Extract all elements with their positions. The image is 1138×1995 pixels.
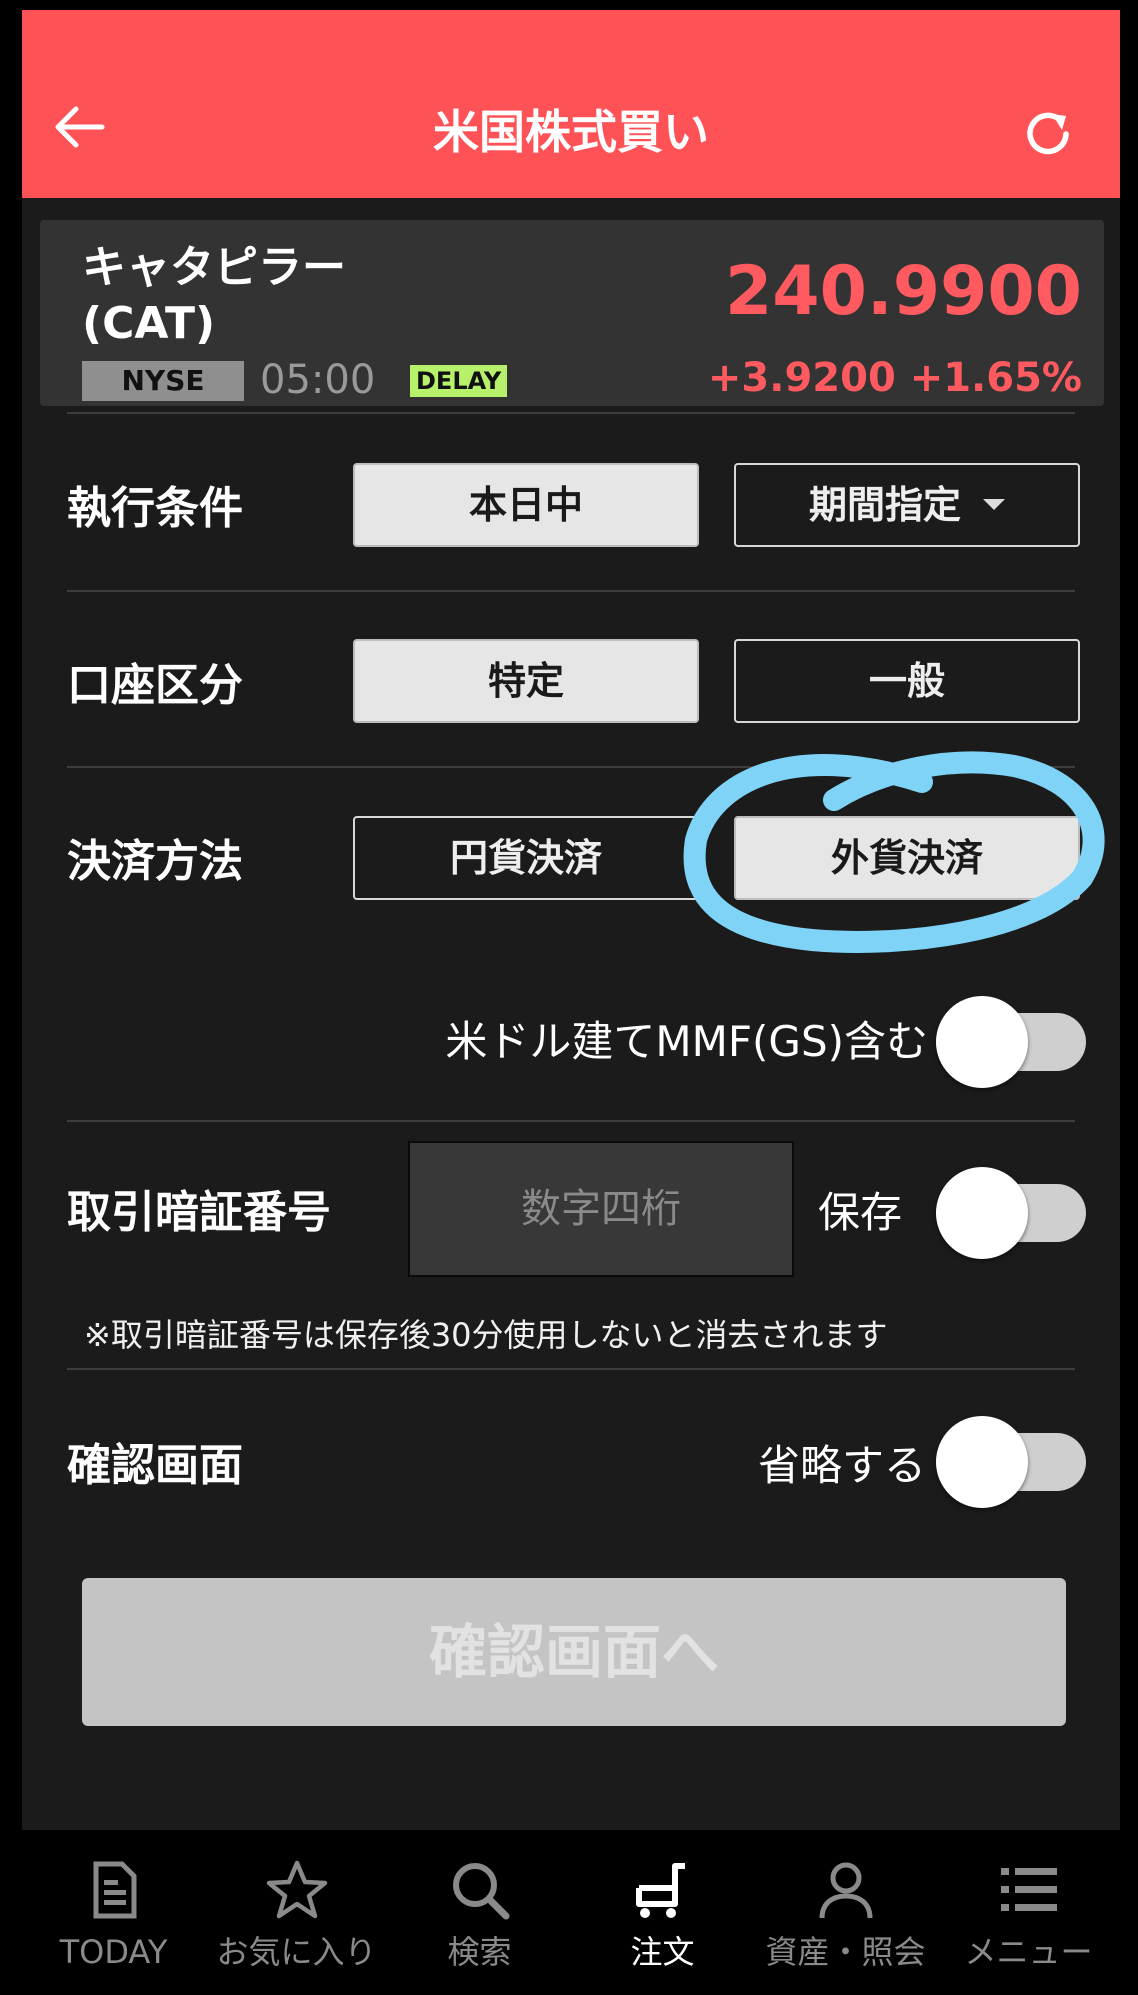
- account-option-general[interactable]: 一般: [734, 639, 1080, 723]
- confirm-screen-label: 確認画面: [67, 1440, 243, 1491]
- go-to-confirm-button[interactable]: 確認画面へ: [82, 1578, 1066, 1726]
- settlement-option-yen-label: 円貨決済: [449, 836, 602, 880]
- delay-badge: DELAY: [410, 365, 508, 397]
- person-icon: [819, 1862, 872, 1919]
- stock-change: +3.9200 +1.65%: [707, 355, 1082, 401]
- settlement-method-label: 決済方法: [67, 836, 243, 887]
- trade-pin-label: 取引暗証番号: [67, 1187, 331, 1238]
- divider: [67, 1120, 1075, 1122]
- divider: [67, 766, 1075, 768]
- mmf-include-label: 米ドル建てMMF(GS)含む: [445, 1017, 928, 1066]
- nav-search-label: 検索: [447, 1933, 512, 1971]
- nav-menu[interactable]: メニュー: [937, 1830, 1120, 1995]
- nav-assets[interactable]: 資産・照会: [754, 1830, 937, 1995]
- pin-note: ※取引暗証番号は保存後30分使用しないと消去されます: [84, 1316, 888, 1354]
- divider: [67, 1368, 1075, 1370]
- execution-condition-label: 執行条件: [67, 483, 243, 534]
- nav-assets-label: 資産・照会: [765, 1933, 926, 1971]
- toggle-knob: [936, 1167, 1028, 1259]
- nav-order[interactable]: 注文: [571, 1830, 754, 1995]
- divider: [67, 412, 1075, 414]
- nav-favorites[interactable]: お気に入り: [205, 1830, 388, 1995]
- dropdown-caret-icon: [983, 499, 1005, 510]
- nav-today-label: TODAY: [59, 1933, 168, 1971]
- execution-option-period-label: 期間指定: [808, 483, 961, 527]
- header-bar: 米国株式買い: [22, 10, 1120, 198]
- toggle-knob: [936, 996, 1028, 1088]
- search-icon: [452, 1863, 509, 1920]
- stock-price: 240.9900: [724, 252, 1082, 331]
- toggle-knob: [936, 1416, 1028, 1508]
- nav-favorites-label: お気に入り: [216, 1933, 377, 1971]
- pin-save-toggle[interactable]: [936, 1167, 1086, 1259]
- nav-today[interactable]: TODAY: [22, 1830, 205, 1995]
- account-option-specific-label: 特定: [487, 659, 564, 703]
- quote-time: 05:00: [260, 357, 376, 403]
- market-badge: NYSE: [82, 361, 244, 401]
- menu-list-icon: [1000, 1868, 1057, 1911]
- document-icon: [93, 1861, 136, 1919]
- stock-summary-card: キャタピラー (CAT) NYSE 05:00 DELAY 240.9900 +…: [40, 220, 1104, 406]
- execution-option-period-dropdown[interactable]: 期間指定: [734, 463, 1080, 547]
- page-title: 米国株式買い: [433, 105, 709, 159]
- mmf-include-toggle[interactable]: [936, 996, 1086, 1088]
- account-option-general-label: 一般: [868, 659, 945, 703]
- account-option-specific[interactable]: 特定: [353, 639, 699, 723]
- nav-order-label: 注文: [630, 1933, 695, 1971]
- settlement-option-foreign-label: 外貨決済: [830, 836, 983, 880]
- account-type-label: 口座区分: [67, 660, 243, 711]
- star-icon: [266, 1860, 327, 1919]
- app-frame: 米国株式買い キャタピラー (CAT) NYSE 05:00 DELAY 240…: [22, 10, 1120, 1995]
- trade-pin-input[interactable]: [408, 1141, 794, 1277]
- nav-menu-label: メニュー: [964, 1933, 1093, 1971]
- execution-option-today[interactable]: 本日中: [353, 463, 699, 547]
- divider: [67, 590, 1075, 592]
- skip-confirm-toggle[interactable]: [936, 1416, 1086, 1508]
- execution-option-today-label: 本日中: [468, 483, 583, 527]
- cart-icon: [635, 1863, 685, 1918]
- bottom-navigation: TODAY お気に入り 検索 注文 資産・照会 メニュー: [22, 1830, 1120, 1995]
- settlement-option-foreign[interactable]: 外貨決済: [734, 816, 1080, 900]
- stock-name: キャタピラー: [82, 242, 346, 293]
- skip-confirm-label: 省略する: [757, 1441, 926, 1490]
- stock-ticker: (CAT): [82, 298, 216, 349]
- pin-save-label: 保存: [818, 1188, 903, 1237]
- refresh-icon[interactable]: [1022, 108, 1074, 160]
- nav-search[interactable]: 検索: [388, 1830, 571, 1995]
- settlement-option-yen[interactable]: 円貨決済: [353, 816, 699, 900]
